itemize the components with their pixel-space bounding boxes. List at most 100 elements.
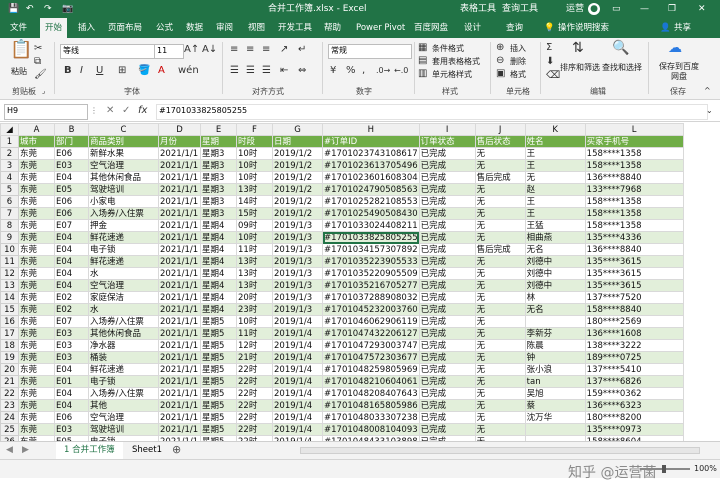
cell[interactable]: 2021/1/1 — [158, 315, 201, 328]
cell[interactable]: 2019/1/4 — [272, 315, 323, 328]
cell[interactable]: 已完成 — [418, 339, 476, 352]
cell[interactable]: 2021/1/1 — [158, 339, 201, 352]
cell[interactable]: 135****0973 — [584, 423, 684, 436]
cell[interactable]: 137****5410 — [584, 363, 684, 376]
cell[interactable]: 已完成 — [418, 195, 476, 208]
cell[interactable]: 刘德中 — [524, 255, 586, 268]
cell[interactable]: 东莞 — [18, 351, 55, 364]
cell[interactable]: 2019/1/4 — [272, 339, 323, 352]
cell[interactable]: 无 — [474, 315, 526, 328]
cell[interactable]: E03 — [54, 159, 89, 172]
cell[interactable]: 136****8840 — [584, 243, 684, 256]
cell[interactable]: 已完成 — [418, 231, 476, 244]
expand-formula-icon[interactable]: ⌄ — [706, 105, 713, 117]
cell[interactable]: 东莞 — [18, 255, 55, 268]
cell[interactable]: 其他休闲食品 — [88, 327, 159, 340]
row-header[interactable]: 21 — [0, 375, 19, 388]
phonetic-icon[interactable]: wén — [178, 65, 199, 77]
cell[interactable]: #1701045232003760 — [322, 303, 420, 316]
cell[interactable]: E04 — [54, 255, 89, 268]
cell[interactable]: E02 — [54, 303, 89, 316]
format-painter-icon[interactable]: 🖌 — [34, 69, 47, 81]
name-box[interactable]: H9 — [4, 104, 88, 120]
user-name[interactable]: 运营 — [566, 0, 584, 18]
cell[interactable]: 13时 — [236, 267, 273, 280]
conditional-format-button[interactable]: 条件格式 — [432, 43, 464, 54]
next-sheet-icon[interactable]: ▶ — [22, 444, 29, 456]
cell[interactable]: 星期5 — [200, 363, 237, 376]
cell[interactable]: 售后完成 — [474, 243, 526, 256]
cell[interactable]: 已完成 — [418, 387, 476, 400]
increase-decimal-icon[interactable]: .0→ — [376, 65, 390, 77]
cell[interactable]: E04 — [54, 279, 89, 292]
cell[interactable]: 22时 — [236, 387, 273, 400]
cell[interactable]: 2019/1/2 — [272, 207, 323, 220]
tab-design[interactable]: 设计 — [464, 18, 481, 38]
cell[interactable]: 王 — [524, 195, 586, 208]
cell[interactable]: 12时 — [236, 339, 273, 352]
cell[interactable]: E04 — [54, 399, 89, 412]
currency-icon[interactable]: ¥ — [330, 65, 336, 77]
cell[interactable]: 东莞 — [18, 315, 55, 328]
fill-color-icon[interactable]: 🪣 — [138, 65, 150, 77]
cell[interactable]: 20时 — [236, 291, 273, 304]
cut-icon[interactable]: ✂ — [34, 43, 42, 55]
cell[interactable] — [524, 423, 586, 436]
cell[interactable]: 东莞 — [18, 387, 55, 400]
cell[interactable]: 2021/1/1 — [158, 291, 201, 304]
cell[interactable]: 2019/1/4 — [272, 363, 323, 376]
tab-formulas[interactable]: 公式 — [156, 18, 173, 38]
column-header[interactable]: J — [474, 123, 526, 136]
row-header[interactable]: 2 — [0, 147, 19, 160]
cell[interactable]: #1701025282108553 — [322, 195, 420, 208]
cell[interactable]: 136****1608 — [584, 327, 684, 340]
header-cell[interactable]: 买家手机号 — [584, 135, 684, 148]
cell[interactable]: 桶装 — [88, 351, 159, 364]
cell[interactable]: 星期5 — [200, 315, 237, 328]
cell[interactable]: 135****3615 — [584, 255, 684, 268]
cell[interactable]: 2021/1/1 — [158, 159, 201, 172]
cell[interactable]: 刘德中 — [524, 267, 586, 280]
cell[interactable]: 180****8200 — [584, 411, 684, 424]
find-select-button[interactable]: 查找和选择 — [602, 62, 642, 73]
row-header[interactable]: 18 — [0, 339, 19, 352]
cell[interactable]: 无 — [474, 399, 526, 412]
cell[interactable]: #1701023613705496 — [322, 159, 420, 172]
indent-icon[interactable]: ⇤ — [280, 65, 288, 77]
cell[interactable]: 东莞 — [18, 375, 55, 388]
cell[interactable]: 已完成 — [418, 243, 476, 256]
cell[interactable]: E06 — [54, 411, 89, 424]
row-header[interactable]: 23 — [0, 399, 19, 412]
cell[interactable]: 东莞 — [18, 147, 55, 160]
align-right-icon[interactable]: ☰ — [262, 65, 271, 77]
cell[interactable]: 158****1358 — [584, 219, 684, 232]
merge-center-icon[interactable]: ⇔ — [298, 65, 306, 77]
cell[interactable]: 2019/1/3 — [272, 255, 323, 268]
row-header[interactable]: 6 — [0, 195, 19, 208]
column-header[interactable]: E — [200, 123, 237, 136]
cell[interactable]: 11时 — [236, 243, 273, 256]
cell[interactable]: 135****4336 — [584, 231, 684, 244]
cell[interactable]: 水 — [88, 303, 159, 316]
column-header[interactable]: I — [418, 123, 476, 136]
row-header[interactable]: 13 — [0, 279, 19, 292]
cell[interactable]: 已完成 — [418, 219, 476, 232]
cell[interactable]: 2019/1/2 — [272, 171, 323, 184]
cell[interactable]: 东莞 — [18, 243, 55, 256]
cell[interactable]: 22时 — [236, 411, 273, 424]
cancel-icon[interactable]: ✕ — [106, 105, 114, 117]
cell[interactable]: 2019/1/2 — [272, 183, 323, 196]
cell[interactable]: 2019/1/3 — [272, 279, 323, 292]
cell[interactable]: 2019/1/2 — [272, 147, 323, 160]
row-header[interactable]: 1 — [0, 135, 19, 148]
cell[interactable]: 已完成 — [418, 423, 476, 436]
cell[interactable]: 驾驶培训 — [88, 183, 159, 196]
cell[interactable]: 赵 — [524, 183, 586, 196]
avatar-icon[interactable]: ● — [588, 3, 600, 15]
cell[interactable]: 138****3222 — [584, 339, 684, 352]
header-cell[interactable]: 部门 — [54, 135, 89, 148]
cell[interactable]: 2019/1/3 — [272, 243, 323, 256]
format-cells-button[interactable]: 格式 — [510, 69, 526, 80]
tab-power-pivot[interactable]: Power Pivot — [356, 18, 405, 38]
column-header[interactable]: L — [584, 123, 684, 136]
